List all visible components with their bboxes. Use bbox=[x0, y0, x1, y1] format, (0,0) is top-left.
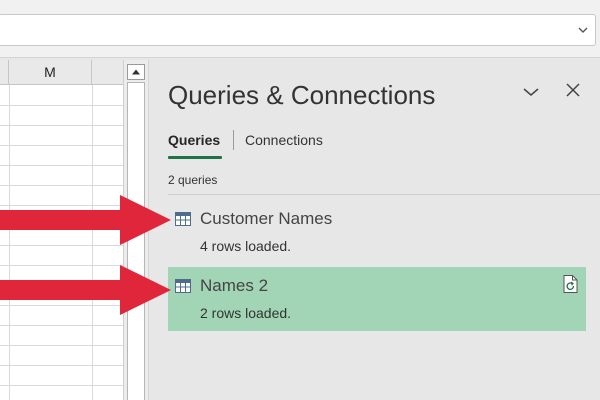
formula-bar bbox=[0, 0, 600, 58]
formula-bar-expand-icon[interactable] bbox=[574, 21, 592, 39]
divider bbox=[168, 194, 600, 195]
formula-input[interactable] bbox=[0, 14, 596, 46]
active-tab-indicator bbox=[168, 156, 222, 159]
column-header-row: M bbox=[0, 60, 123, 85]
scroll-up-arrow-icon[interactable] bbox=[127, 64, 145, 80]
table-icon bbox=[175, 212, 191, 226]
arrow-to-names-2 bbox=[0, 265, 171, 315]
queries-connections-pane: Queries & Connections Queries Connection… bbox=[148, 60, 600, 400]
query-status: 4 rows loaded. bbox=[200, 238, 292, 254]
query-count: 2 queries bbox=[168, 173, 218, 187]
query-item-names-2[interactable]: Names 2 2 rows loaded. bbox=[168, 267, 586, 331]
tab-separator bbox=[233, 130, 234, 150]
query-item-customer-names[interactable]: Customer Names 4 rows loaded. bbox=[168, 200, 586, 264]
close-icon[interactable] bbox=[565, 82, 581, 98]
table-icon bbox=[175, 279, 191, 293]
chevron-down-icon[interactable] bbox=[521, 84, 541, 100]
tab-connections[interactable]: Connections bbox=[245, 132, 323, 148]
pane-title: Queries & Connections bbox=[168, 80, 436, 110]
arrow-to-customer-names bbox=[0, 195, 171, 245]
query-name: Names 2 bbox=[200, 276, 269, 295]
query-status: 2 rows loaded. bbox=[200, 305, 292, 321]
refresh-query-icon[interactable] bbox=[563, 275, 578, 293]
column-header-l[interactable] bbox=[0, 60, 9, 85]
query-name: Customer Names bbox=[200, 209, 333, 228]
column-header-m[interactable]: M bbox=[9, 60, 92, 85]
column-header-n[interactable] bbox=[92, 60, 123, 85]
tab-queries[interactable]: Queries bbox=[168, 132, 220, 148]
